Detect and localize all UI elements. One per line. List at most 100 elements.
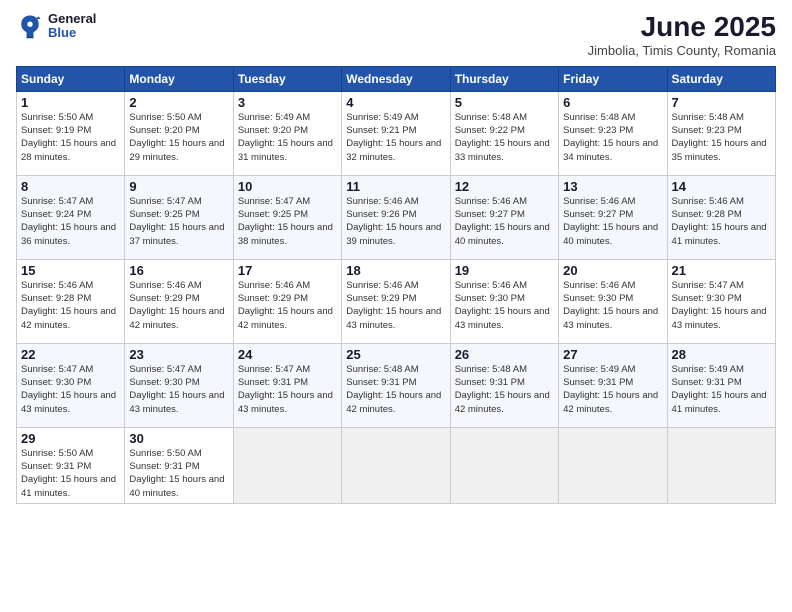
day-number: 23 xyxy=(129,347,228,362)
calendar-week-2: 8 Sunrise: 5:47 AMSunset: 9:24 PMDaylight… xyxy=(17,175,776,259)
day-number: 28 xyxy=(672,347,771,362)
calendar-day-30: 30 Sunrise: 5:50 AMSunset: 9:31 PMDayligh… xyxy=(125,427,233,503)
day-info: Sunrise: 5:48 AMSunset: 9:22 PMDaylight:… xyxy=(455,112,550,163)
day-info: Sunrise: 5:46 AMSunset: 9:30 PMDaylight:… xyxy=(455,280,550,331)
day-info: Sunrise: 5:47 AMSunset: 9:30 PMDaylight:… xyxy=(21,364,116,415)
calendar-day-27: 27 Sunrise: 5:49 AMSunset: 9:31 PMDayligh… xyxy=(559,343,667,427)
logo-text: General Blue xyxy=(48,12,96,41)
day-number: 24 xyxy=(238,347,337,362)
day-info: Sunrise: 5:46 AMSunset: 9:30 PMDaylight:… xyxy=(563,280,658,331)
day-info: Sunrise: 5:49 AMSunset: 9:31 PMDaylight:… xyxy=(672,364,767,415)
calendar-day-24: 24 Sunrise: 5:47 AMSunset: 9:31 PMDayligh… xyxy=(233,343,341,427)
weekday-header-thursday: Thursday xyxy=(450,66,558,91)
day-number: 27 xyxy=(563,347,662,362)
day-number: 30 xyxy=(129,431,228,446)
calendar-day-21: 21 Sunrise: 5:47 AMSunset: 9:30 PMDayligh… xyxy=(667,259,775,343)
day-number: 21 xyxy=(672,263,771,278)
calendar-day-3: 3 Sunrise: 5:49 AMSunset: 9:20 PMDaylight… xyxy=(233,91,341,175)
weekday-header-friday: Friday xyxy=(559,66,667,91)
calendar-day-23: 23 Sunrise: 5:47 AMSunset: 9:30 PMDayligh… xyxy=(125,343,233,427)
calendar-day-22: 22 Sunrise: 5:47 AMSunset: 9:30 PMDayligh… xyxy=(17,343,125,427)
logo-icon xyxy=(16,12,44,40)
calendar-day-20: 20 Sunrise: 5:46 AMSunset: 9:30 PMDayligh… xyxy=(559,259,667,343)
logo-blue-text: Blue xyxy=(48,26,96,40)
day-info: Sunrise: 5:48 AMSunset: 9:31 PMDaylight:… xyxy=(346,364,441,415)
day-info: Sunrise: 5:46 AMSunset: 9:27 PMDaylight:… xyxy=(563,196,658,247)
empty-cell xyxy=(559,427,667,503)
calendar-table: SundayMondayTuesdayWednesdayThursdayFrid… xyxy=(16,66,776,504)
calendar-day-4: 4 Sunrise: 5:49 AMSunset: 9:21 PMDaylight… xyxy=(342,91,450,175)
location: Jimbolia, Timis County, Romania xyxy=(588,43,776,58)
empty-cell xyxy=(667,427,775,503)
empty-cell xyxy=(342,427,450,503)
calendar-day-5: 5 Sunrise: 5:48 AMSunset: 9:22 PMDaylight… xyxy=(450,91,558,175)
day-info: Sunrise: 5:46 AMSunset: 9:29 PMDaylight:… xyxy=(346,280,441,331)
day-info: Sunrise: 5:47 AMSunset: 9:24 PMDaylight:… xyxy=(21,196,116,247)
empty-cell xyxy=(233,427,341,503)
calendar-day-6: 6Sunrise: 5:48 AMSunset: 9:23 PMDaylight… xyxy=(559,91,667,175)
day-number: 8 xyxy=(21,179,120,194)
day-info: Sunrise: 5:49 AMSunset: 9:21 PMDaylight:… xyxy=(346,112,441,163)
day-info: Sunrise: 5:50 AMSunset: 9:31 PMDaylight:… xyxy=(129,448,224,499)
header: General Blue June 2025 Jimbolia, Timis C… xyxy=(16,12,776,58)
calendar-week-1: 1Sunrise: 5:50 AMSunset: 9:19 PMDaylight… xyxy=(17,91,776,175)
day-info: Sunrise: 5:46 AMSunset: 9:28 PMDaylight:… xyxy=(21,280,116,331)
calendar-day-2: 2Sunrise: 5:50 AMSunset: 9:20 PMDaylight… xyxy=(125,91,233,175)
day-number: 22 xyxy=(21,347,120,362)
weekday-header-row: SundayMondayTuesdayWednesdayThursdayFrid… xyxy=(17,66,776,91)
day-info: Sunrise: 5:48 AMSunset: 9:23 PMDaylight:… xyxy=(672,112,767,163)
calendar-day-26: 26 Sunrise: 5:48 AMSunset: 9:31 PMDayligh… xyxy=(450,343,558,427)
day-number: 10 xyxy=(238,179,337,194)
day-number: 5 xyxy=(455,95,554,110)
calendar-day-29: 29Sunrise: 5:50 AMSunset: 9:31 PMDayligh… xyxy=(17,427,125,503)
calendar-day-14: 14 Sunrise: 5:46 AMSunset: 9:28 PMDayligh… xyxy=(667,175,775,259)
day-info: Sunrise: 5:46 AMSunset: 9:29 PMDaylight:… xyxy=(129,280,224,331)
calendar-day-15: 15 Sunrise: 5:46 AMSunset: 9:28 PMDayligh… xyxy=(17,259,125,343)
day-number: 14 xyxy=(672,179,771,194)
day-info: Sunrise: 5:47 AMSunset: 9:30 PMDaylight:… xyxy=(129,364,224,415)
calendar-day-7: 7 Sunrise: 5:48 AMSunset: 9:23 PMDaylight… xyxy=(667,91,775,175)
calendar-week-3: 15 Sunrise: 5:46 AMSunset: 9:28 PMDayligh… xyxy=(17,259,776,343)
day-number: 1 xyxy=(21,95,120,110)
weekday-header-saturday: Saturday xyxy=(667,66,775,91)
day-number: 3 xyxy=(238,95,337,110)
day-number: 17 xyxy=(238,263,337,278)
day-info: Sunrise: 5:47 AMSunset: 9:25 PMDaylight:… xyxy=(129,196,224,247)
calendar-day-8: 8 Sunrise: 5:47 AMSunset: 9:24 PMDaylight… xyxy=(17,175,125,259)
day-info: Sunrise: 5:49 AMSunset: 9:31 PMDaylight:… xyxy=(563,364,658,415)
day-info: Sunrise: 5:47 AMSunset: 9:25 PMDaylight:… xyxy=(238,196,333,247)
title-area: June 2025 Jimbolia, Timis County, Romani… xyxy=(588,12,776,58)
day-info: Sunrise: 5:46 AMSunset: 9:26 PMDaylight:… xyxy=(346,196,441,247)
day-info: Sunrise: 5:48 AMSunset: 9:31 PMDaylight:… xyxy=(455,364,550,415)
calendar-day-12: 12Sunrise: 5:46 AMSunset: 9:27 PMDayligh… xyxy=(450,175,558,259)
day-number: 25 xyxy=(346,347,445,362)
day-number: 4 xyxy=(346,95,445,110)
day-info: Sunrise: 5:49 AMSunset: 9:20 PMDaylight:… xyxy=(238,112,333,163)
day-number: 20 xyxy=(563,263,662,278)
day-number: 16 xyxy=(129,263,228,278)
month-title: June 2025 xyxy=(588,12,776,43)
day-info: Sunrise: 5:47 AMSunset: 9:31 PMDaylight:… xyxy=(238,364,333,415)
day-number: 19 xyxy=(455,263,554,278)
day-info: Sunrise: 5:46 AMSunset: 9:28 PMDaylight:… xyxy=(672,196,767,247)
day-info: Sunrise: 5:50 AMSunset: 9:31 PMDaylight:… xyxy=(21,448,116,499)
day-info: Sunrise: 5:48 AMSunset: 9:23 PMDaylight:… xyxy=(563,112,658,163)
day-info: Sunrise: 5:47 AMSunset: 9:30 PMDaylight:… xyxy=(672,280,767,331)
calendar-day-10: 10 Sunrise: 5:47 AMSunset: 9:25 PMDayligh… xyxy=(233,175,341,259)
calendar-day-11: 11Sunrise: 5:46 AMSunset: 9:26 PMDayligh… xyxy=(342,175,450,259)
day-number: 7 xyxy=(672,95,771,110)
day-number: 13 xyxy=(563,179,662,194)
weekday-header-tuesday: Tuesday xyxy=(233,66,341,91)
day-number: 26 xyxy=(455,347,554,362)
logo-general-text: General xyxy=(48,12,96,26)
calendar-day-17: 17 Sunrise: 5:46 AMSunset: 9:29 PMDayligh… xyxy=(233,259,341,343)
calendar-week-5: 29Sunrise: 5:50 AMSunset: 9:31 PMDayligh… xyxy=(17,427,776,503)
day-number: 15 xyxy=(21,263,120,278)
calendar-day-16: 16 Sunrise: 5:46 AMSunset: 9:29 PMDayligh… xyxy=(125,259,233,343)
calendar-day-18: 18Sunrise: 5:46 AMSunset: 9:29 PMDayligh… xyxy=(342,259,450,343)
weekday-header-monday: Monday xyxy=(125,66,233,91)
day-info: Sunrise: 5:46 AMSunset: 9:29 PMDaylight:… xyxy=(238,280,333,331)
day-number: 9 xyxy=(129,179,228,194)
calendar-day-13: 13 Sunrise: 5:46 AMSunset: 9:27 PMDayligh… xyxy=(559,175,667,259)
weekday-header-sunday: Sunday xyxy=(17,66,125,91)
